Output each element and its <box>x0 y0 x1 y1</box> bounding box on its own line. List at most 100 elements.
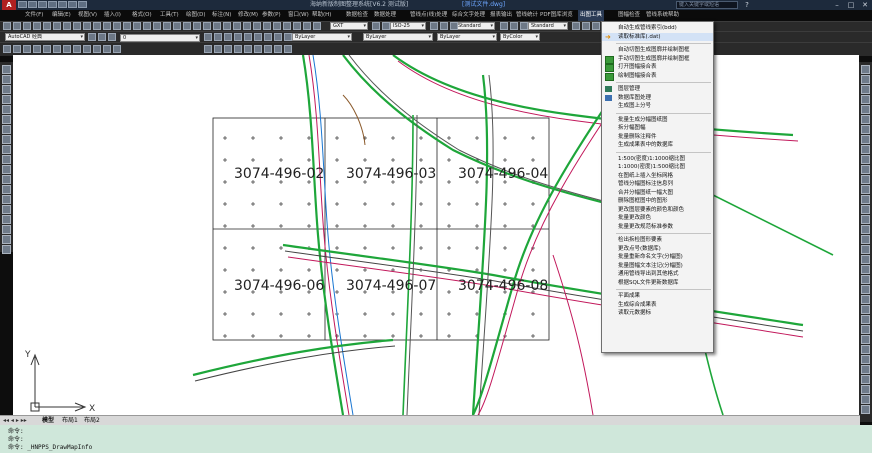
menu-option[interactable]: 更改点号(数据库) <box>602 245 713 253</box>
toolbar-tool-icon[interactable] <box>73 22 81 30</box>
menu-item[interactable]: 窗口(W) <box>288 10 309 21</box>
toolbar-tool-icon[interactable] <box>123 22 131 30</box>
toolbar-tool-icon[interactable] <box>153 22 161 30</box>
app-logo-icon[interactable]: A <box>2 0 16 10</box>
menu-item[interactable]: 帮助(H) <box>312 10 331 21</box>
draw-tool-icon[interactable] <box>2 105 11 114</box>
toolbar-tool-icon[interactable] <box>23 22 31 30</box>
menu-option[interactable]: 批量更改颜色 <box>602 214 713 222</box>
toolbar-tool-icon[interactable] <box>382 22 390 30</box>
toolbar-tool-icon[interactable] <box>372 22 380 30</box>
draw-tool-icon[interactable] <box>2 125 11 134</box>
tab-nav-icons[interactable]: ◂◂ ◂ ▸ ▸▸ <box>3 417 27 424</box>
toolbar-tool-icon[interactable] <box>43 45 51 53</box>
tab-layout2[interactable]: 布局2 <box>84 417 100 425</box>
menu-item[interactable]: 数据检查 <box>346 10 368 21</box>
modify-tool-icon[interactable] <box>861 255 870 264</box>
toolbar-tool-icon[interactable] <box>33 22 41 30</box>
menu-item[interactable]: 参数(P) <box>262 10 281 21</box>
toolbar-tool-icon[interactable] <box>303 22 311 30</box>
toolbar-tool-icon[interactable] <box>510 22 518 30</box>
toolbar-tool-icon[interactable] <box>63 22 71 30</box>
open-icon[interactable] <box>28 1 37 8</box>
modify-tool-icon[interactable] <box>861 345 870 354</box>
toolbar-tool-icon[interactable] <box>500 22 508 30</box>
toolbar-tool-icon[interactable] <box>193 22 201 30</box>
toolbar-tool-icon[interactable] <box>93 45 101 53</box>
draw-tool-icon[interactable] <box>2 135 11 144</box>
menu-option[interactable]: 平面成果 <box>602 292 713 300</box>
menu-option[interactable]: 批量重新命名文字(分幅图) <box>602 253 713 261</box>
draw-tool-icon[interactable] <box>2 145 11 154</box>
menu-option[interactable]: 读取元数据标 <box>602 309 713 317</box>
toolbar-tool-icon[interactable] <box>53 22 61 30</box>
toolbar-tool-icon[interactable] <box>254 33 262 41</box>
toolbar-tool-icon[interactable] <box>253 22 261 30</box>
menu-option[interactable]: 检出拆检图形要素 <box>602 236 713 244</box>
modify-tool-icon[interactable] <box>861 325 870 334</box>
menu-item[interactable]: 管线点(线)处理 <box>410 10 447 21</box>
modify-tool-icon[interactable] <box>861 225 870 234</box>
menu-item[interactable]: 数据处理 <box>374 10 396 21</box>
modify-tool-icon[interactable] <box>861 115 870 124</box>
draw-tool-icon[interactable] <box>2 75 11 84</box>
toolbar-tool-icon[interactable] <box>243 22 251 30</box>
menu-item[interactable]: 综合文字处理 <box>452 10 485 21</box>
toolbar-tool-icon[interactable] <box>284 45 292 53</box>
dimstyle-select[interactable]: ISO-25 <box>390 22 426 30</box>
menu-option[interactable]: 删除图框图中的图形 <box>602 197 713 205</box>
help-icon[interactable]: ? <box>742 1 752 9</box>
toolbar-tool-icon[interactable] <box>284 33 292 41</box>
toolbar-tool-icon[interactable] <box>520 22 528 30</box>
modify-tool-icon[interactable] <box>861 245 870 254</box>
mlstyle-select[interactable]: Standard <box>528 22 568 30</box>
menu-item[interactable]: 管线统计 <box>516 10 538 21</box>
menu-item[interactable]: 管线系统帮助 <box>646 10 679 21</box>
modify-tool-icon[interactable] <box>861 285 870 294</box>
toolbar-tool-icon[interactable] <box>173 22 181 30</box>
toolbar-tool-icon[interactable] <box>592 22 600 30</box>
plotstyle-select[interactable]: ByColor <box>500 33 540 41</box>
toolbar-tool-icon[interactable] <box>204 33 212 41</box>
toolbar-tool-icon[interactable] <box>254 45 262 53</box>
workspace-select[interactable]: AutoCAD 经典 <box>5 33 85 41</box>
modify-tool-icon[interactable] <box>861 315 870 324</box>
modify-tool-icon[interactable] <box>861 265 870 274</box>
modify-tool-icon[interactable] <box>861 365 870 374</box>
layer-select[interactable]: 0 <box>120 34 200 42</box>
command-window[interactable]: 命令: 命令: 命令: _HNPPS_DrawMapInfo <box>0 425 872 453</box>
toolbar-tool-icon[interactable] <box>214 33 222 41</box>
close-button[interactable]: ✕ <box>860 1 870 9</box>
toolbar-tool-icon[interactable] <box>183 22 191 30</box>
menu-option[interactable]: 批量图幅文本注记(分幅图) <box>602 262 713 270</box>
toolbar-tool-icon[interactable] <box>234 33 242 41</box>
toolbar-tool-icon[interactable] <box>103 45 111 53</box>
menu-item[interactable]: 修改(M) <box>238 10 258 21</box>
modify-tool-icon[interactable] <box>861 125 870 134</box>
draw-tool-icon[interactable] <box>2 65 11 74</box>
menu-option[interactable]: 在图纸上插入坐标网格 <box>602 172 713 180</box>
menu-option[interactable]: 绘制图幅接合表 <box>602 72 713 81</box>
draw-tool-icon[interactable] <box>2 225 11 234</box>
menu-item[interactable]: 图幅检查 <box>618 10 640 21</box>
menu-option[interactable]: 1:1000(密度)1:500缩比图 <box>602 163 713 171</box>
menu-option[interactable]: 生成综合成果表 <box>602 301 713 309</box>
menu-option[interactable]: 自动生成管线索引(bdd) <box>602 24 713 32</box>
toolbar-tool-icon[interactable] <box>204 45 212 53</box>
menu-option[interactable]: 拆分幅图幅 <box>602 124 713 132</box>
modify-tool-icon[interactable] <box>861 235 870 244</box>
modify-tool-icon[interactable] <box>861 385 870 394</box>
menu-item[interactable]: 格式(O) <box>132 10 152 21</box>
toolbar-tool-icon[interactable] <box>83 45 91 53</box>
menu-option[interactable]: 打开图幅接合表 <box>602 63 713 72</box>
menu-item[interactable]: PDF图库浏览 <box>540 10 573 21</box>
toolbar-tool-icon[interactable] <box>143 22 151 30</box>
toolbar-tool-icon[interactable] <box>582 22 590 30</box>
toolbar-tool-icon[interactable] <box>98 33 106 41</box>
new-icon[interactable] <box>18 1 27 8</box>
toolbar-tool-icon[interactable] <box>233 22 241 30</box>
modify-tool-icon[interactable] <box>861 155 870 164</box>
toolbar-tool-icon[interactable] <box>440 22 448 30</box>
modify-tool-icon[interactable] <box>861 395 870 404</box>
toolbar-tool-icon[interactable] <box>450 22 458 30</box>
